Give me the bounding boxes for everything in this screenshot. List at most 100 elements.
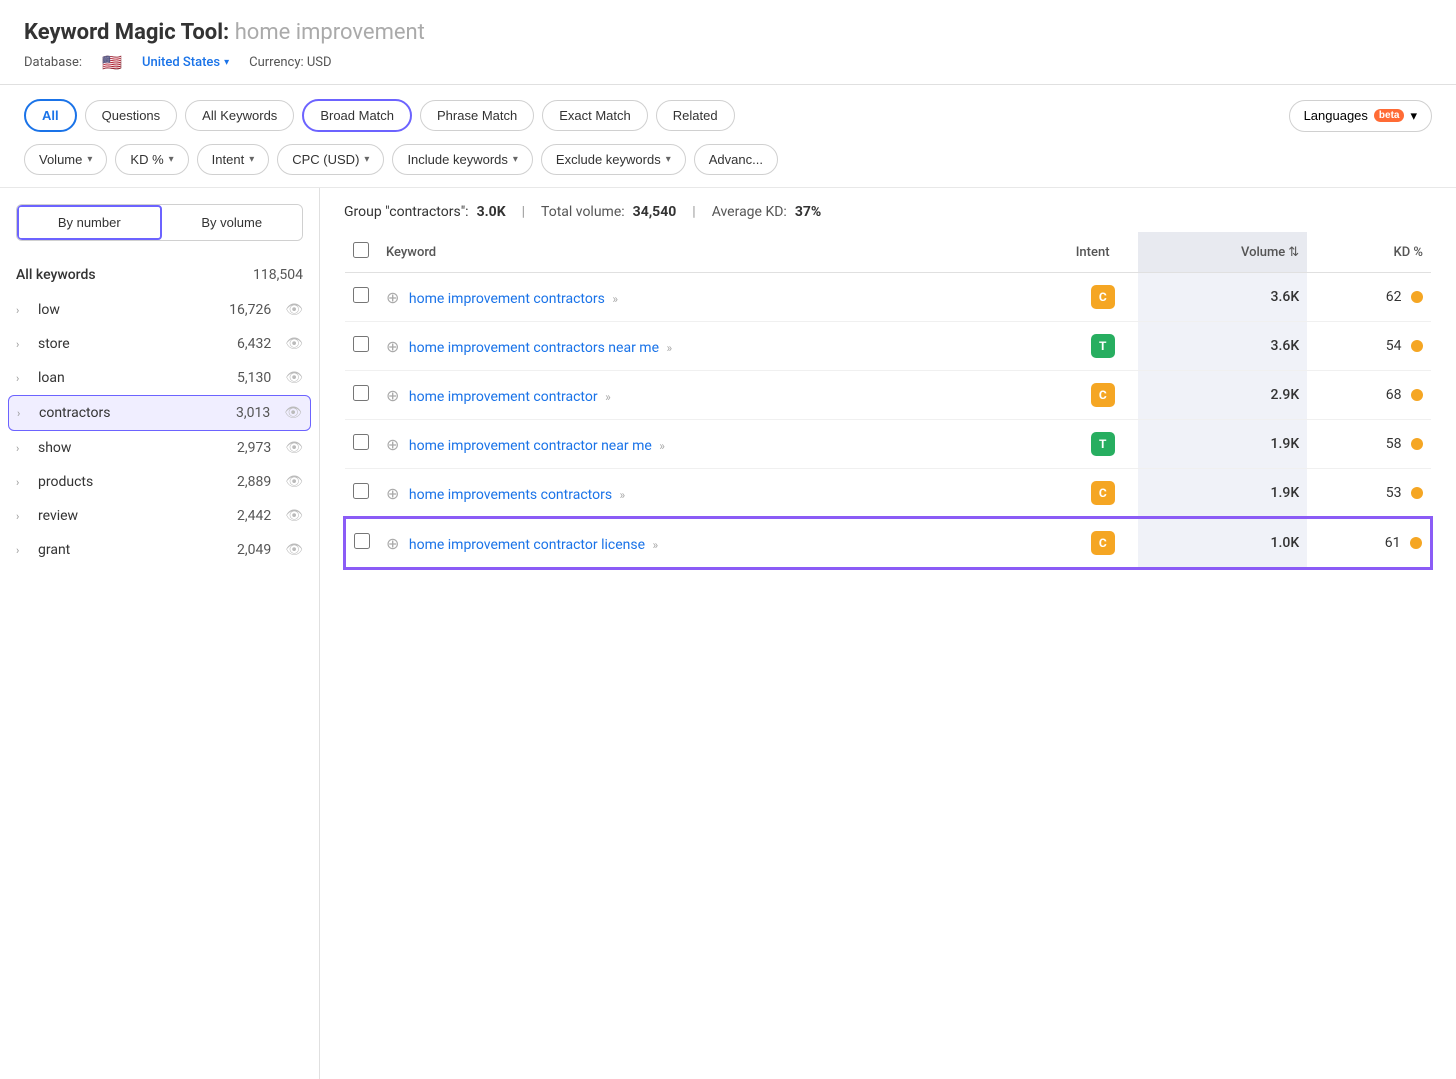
add-to-list-icon[interactable]: ⊕ [386, 337, 399, 356]
keyword-table: Keyword Intent Volume ⇅ KD % [344, 232, 1432, 569]
sidebar-item-store[interactable]: › store 6,432 👁 [0, 327, 319, 361]
eye-icon[interactable]: 👁 [285, 508, 303, 524]
arrows-icon: » [620, 488, 626, 502]
select-all-checkbox[interactable] [353, 242, 369, 258]
tab-phrase-match[interactable]: Phrase Match [420, 100, 534, 131]
keyword-link[interactable]: home improvements contractors [409, 487, 612, 503]
sidebar-item-products[interactable]: › products 2,889 👁 [0, 465, 319, 499]
add-to-list-icon[interactable]: ⊕ [386, 288, 399, 307]
sort-by-volume-button[interactable]: By volume [162, 205, 303, 240]
sidebar-item-loan[interactable]: › loan 5,130 👁 [0, 361, 319, 395]
item-label-low: low [38, 302, 221, 318]
row-checkbox[interactable] [353, 483, 369, 499]
kd-cell: 62 [1307, 273, 1431, 322]
search-term: home improvement [235, 20, 425, 45]
chevron-down-icon: ▾ [249, 154, 254, 165]
tab-related[interactable]: Related [656, 100, 735, 131]
eye-icon[interactable]: 👁 [285, 542, 303, 558]
row-checkbox[interactable] [353, 434, 369, 450]
exclude-keywords-filter[interactable]: Exclude keywords ▾ [541, 144, 686, 175]
add-to-list-icon[interactable]: ⊕ [386, 386, 399, 405]
chevron-down-icon: ▾ [224, 57, 229, 68]
kd-filter[interactable]: KD % ▾ [115, 144, 188, 175]
intent-filter[interactable]: Intent ▾ [197, 144, 270, 175]
item-label-contractors: contractors [39, 405, 228, 421]
keyword-cell: ⊕ home improvement contractor license » [378, 518, 1068, 568]
tab-broad-match[interactable]: Broad Match [302, 99, 412, 132]
advanced-filter[interactable]: Advanc... [694, 144, 778, 175]
check-cell [345, 469, 378, 519]
kd-indicator [1411, 487, 1423, 499]
table-row: ⊕ home improvement contractors near me »… [345, 322, 1431, 371]
eye-icon[interactable]: 👁 [285, 370, 303, 386]
cpc-filter[interactable]: CPC (USD) ▾ [277, 144, 384, 175]
volume-cell: 1.9K [1138, 420, 1307, 469]
sidebar-item-grant[interactable]: › grant 2,049 👁 [0, 533, 319, 567]
chevron-down-icon: ▾ [513, 154, 518, 165]
check-cell [345, 420, 378, 469]
add-to-list-icon[interactable]: ⊕ [386, 435, 399, 454]
include-keywords-filter[interactable]: Include keywords ▾ [392, 144, 532, 175]
eye-icon[interactable]: 👁 [285, 440, 303, 456]
row-checkbox[interactable] [354, 533, 370, 549]
advanced-label: Advanc... [709, 152, 763, 167]
chevron-down-icon: ▾ [169, 154, 174, 165]
eye-icon[interactable]: 👁 [284, 405, 302, 421]
kd-label: KD % [130, 152, 163, 167]
table-row-highlighted: ⊕ home improvement contractor license » … [345, 518, 1431, 568]
header: Keyword Magic Tool: home improvement Dat… [0, 0, 1456, 84]
tab-all-keywords[interactable]: All Keywords [185, 100, 294, 131]
keyword-cell: ⊕ home improvement contractors near me » [378, 322, 1068, 371]
db-label: Database: [24, 55, 82, 70]
eye-icon[interactable]: 👁 [285, 302, 303, 318]
volume-header[interactable]: Volume ⇅ [1138, 232, 1307, 273]
tab-questions[interactable]: Questions [85, 100, 178, 131]
intent-cell: C [1068, 371, 1138, 420]
sort-by-number-button[interactable]: By number [17, 205, 162, 240]
item-label-products: products [38, 474, 229, 490]
eye-icon[interactable]: 👁 [285, 474, 303, 490]
kd-cell: 61 [1307, 518, 1431, 568]
avg-kd-value: 37% [795, 204, 821, 220]
sidebar-item-contractors[interactable]: › contractors 3,013 👁 [8, 395, 311, 431]
keyword-link[interactable]: home improvement contractor license [409, 537, 645, 553]
include-keywords-label: Include keywords [407, 152, 507, 167]
keyword-link[interactable]: home improvement contractors near me [409, 340, 659, 356]
flag-icon: 🇺🇸 [102, 53, 122, 72]
tab-exact-match[interactable]: Exact Match [542, 100, 648, 131]
sidebar-item-show[interactable]: › show 2,973 👁 [0, 431, 319, 465]
item-label-store: store [38, 336, 229, 352]
keyword-link[interactable]: home improvement contractor near me [409, 438, 652, 454]
keyword-link[interactable]: home improvement contractors [409, 291, 605, 307]
row-checkbox[interactable] [353, 385, 369, 401]
group-name: Group "contractors": [344, 204, 469, 220]
volume-cell: 1.9K [1138, 469, 1307, 519]
item-label-grant: grant [38, 542, 229, 558]
country-selector[interactable]: United States ▾ [142, 55, 229, 70]
check-cell [345, 273, 378, 322]
table-header-row: Keyword Intent Volume ⇅ KD % [345, 232, 1431, 273]
volume-label: Volume [39, 152, 82, 167]
volume-cell: 1.0K [1138, 518, 1307, 568]
keyword-link[interactable]: home improvement contractor [409, 389, 598, 405]
all-keywords-row[interactable]: All keywords 118,504 [0, 257, 319, 293]
row-checkbox[interactable] [353, 287, 369, 303]
expand-icon: › [16, 544, 30, 557]
languages-button[interactable]: Languages beta ▾ [1289, 100, 1432, 132]
table-row: ⊕ home improvements contractors » C 1.9K… [345, 469, 1431, 519]
add-to-list-icon[interactable]: ⊕ [386, 484, 399, 503]
item-count-show: 2,973 [237, 440, 271, 456]
volume-filter[interactable]: Volume ▾ [24, 144, 107, 175]
tab-all[interactable]: All [24, 99, 77, 132]
chevron-down-icon: ▾ [666, 154, 671, 165]
item-label-loan: loan [38, 370, 229, 386]
keyword-cell: ⊕ home improvement contractor » [378, 371, 1068, 420]
add-to-list-icon[interactable]: ⊕ [386, 534, 399, 553]
row-checkbox[interactable] [353, 336, 369, 352]
sidebar-item-review[interactable]: › review 2,442 👁 [0, 499, 319, 533]
sidebar-item-low[interactable]: › low 16,726 👁 [0, 293, 319, 327]
group-count: 3.0K [477, 204, 506, 220]
eye-icon[interactable]: 👁 [285, 336, 303, 352]
sidebar: By number By volume All keywords 118,504… [0, 188, 320, 1079]
currency-label: Currency: USD [249, 55, 331, 70]
